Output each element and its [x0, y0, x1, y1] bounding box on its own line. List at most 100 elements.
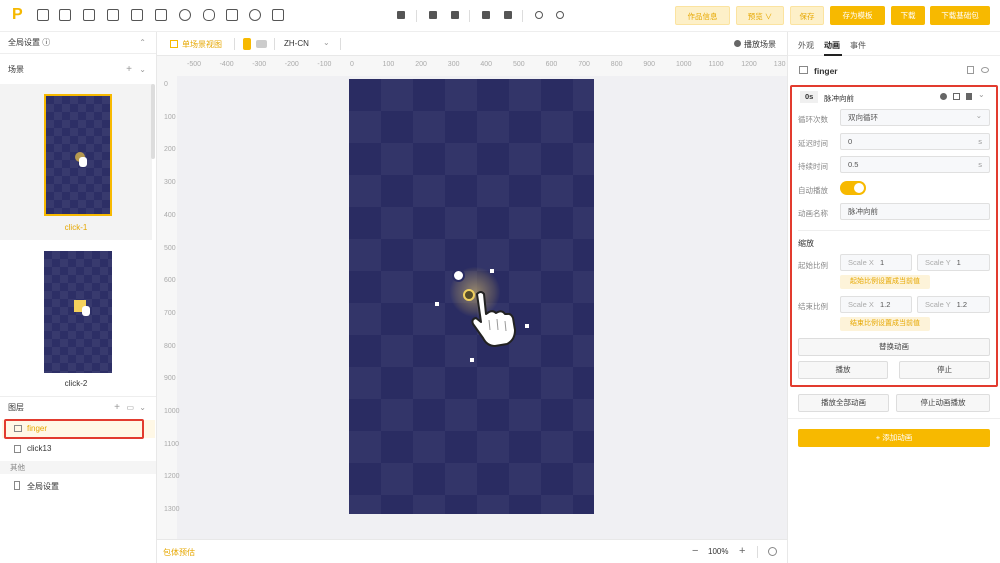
folder-icon[interactable]: ▭ — [126, 397, 134, 419]
tab-animation[interactable]: 动画 — [824, 40, 840, 51]
layers-icon[interactable] — [397, 11, 405, 19]
view-mode-label[interactable]: 单场景视图 — [182, 39, 222, 50]
resize-handle[interactable] — [435, 302, 439, 306]
global-settings-header[interactable]: 全局设置 ⓘ ⌃ — [0, 32, 156, 54]
music-tool-icon[interactable] — [131, 9, 143, 21]
rotate-handle-icon[interactable] — [452, 269, 465, 282]
scene-label-click-2[interactable]: click-2 — [0, 379, 152, 388]
copy-icon[interactable] — [953, 93, 960, 100]
set-end-scale-button[interactable]: 结束比例设置成当前值 — [840, 317, 930, 331]
other-item-global-settings[interactable]: 全局设置 — [2, 477, 155, 495]
duration-input[interactable]: 0.5 s — [840, 156, 990, 173]
start-scale-x-input[interactable]: Scale X 1 — [840, 254, 912, 271]
resize-handle[interactable] — [525, 324, 529, 328]
audio-tool-icon[interactable] — [107, 9, 119, 21]
image-tool-icon[interactable] — [37, 9, 49, 21]
end-scale-y-input[interactable]: Scale Y 1.2 — [917, 296, 990, 313]
lock-icon[interactable] — [967, 66, 974, 74]
resize-handle[interactable] — [490, 269, 494, 273]
anim-name-input[interactable]: 脉冲向前 — [840, 203, 990, 220]
hand-pointer-icon[interactable] — [469, 290, 519, 350]
tab-events[interactable]: 事件 — [850, 40, 866, 51]
delay-unit: s — [978, 137, 982, 146]
ruler-vertical: 0 100 200 300 400 500 600 700 800 900 1000 1100 1200… — [157, 76, 180, 539]
chevron-down-icon[interactable]: ⌄ — [978, 90, 985, 99]
zoom-out-button[interactable]: − — [692, 545, 698, 557]
save-template-button[interactable]: 存为模板 — [830, 6, 885, 25]
collapse-icon[interactable]: ⌃ — [139, 32, 146, 54]
layout-tool-icon[interactable] — [83, 9, 95, 21]
package-estimate-link[interactable]: 包体预估 — [163, 547, 195, 558]
trash-icon[interactable] — [966, 93, 972, 100]
scene-label-click-1[interactable]: click-1 — [0, 223, 152, 232]
ruler-x-tick: 1000 — [676, 61, 692, 68]
at-tool-icon[interactable] — [249, 9, 261, 21]
text-tool-icon[interactable] — [155, 9, 167, 21]
canvas-area: 单场景视图 ZH-CN ⌄ 播放场景 -500 -400 -300 -200 -100 0… — [157, 32, 787, 563]
ruler-horizontal: -500 -400 -300 -200 -100 0 100 200 300 400 500 600 7… — [157, 56, 787, 76]
loop-select[interactable]: 双向循环 ⌄ — [840, 109, 990, 126]
landscape-toggle[interactable] — [256, 40, 267, 48]
add-layer-icon[interactable]: + — [114, 397, 120, 419]
eye-icon[interactable] — [981, 67, 989, 73]
redo-icon[interactable] — [556, 11, 564, 19]
ruler-x-tick: 0 — [350, 61, 354, 68]
play-all-button[interactable]: 播放全部动画 — [798, 394, 889, 412]
hand-tool-icon[interactable] — [203, 9, 215, 21]
autoplay-toggle[interactable] — [840, 181, 866, 195]
help-icon[interactable] — [768, 547, 777, 556]
chevron-down-icon[interactable]: ⌄ — [139, 59, 146, 81]
spin-tool-icon[interactable] — [179, 9, 191, 21]
ruler-x-tick: 200 — [415, 61, 427, 68]
portrait-toggle[interactable] — [243, 38, 251, 50]
paint-icon[interactable] — [504, 11, 512, 19]
download-base-button[interactable]: 下载基础包 — [930, 6, 990, 25]
layer-item-click13[interactable]: click13 — [2, 440, 155, 458]
grid-tool-icon[interactable] — [272, 9, 284, 21]
play-icon[interactable] — [734, 40, 741, 47]
image-icon — [799, 66, 808, 74]
stop-button[interactable]: 停止 — [899, 361, 990, 379]
ruler-x-tick: 600 — [545, 61, 558, 68]
undo-icon[interactable] — [535, 11, 543, 19]
start-scale-x-value: 1 — [879, 258, 885, 267]
folder-open-icon[interactable] — [451, 11, 459, 19]
play-icon[interactable] — [940, 93, 947, 100]
resize-handle[interactable] — [470, 358, 474, 362]
ruler-y-tick: 100 — [164, 113, 176, 121]
preview-button[interactable]: 预览 ∨ — [736, 6, 784, 25]
scrollbar[interactable] — [151, 84, 155, 159]
app-logo: P — [12, 6, 23, 23]
zoom-in-button[interactable]: + — [739, 545, 745, 557]
stop-all-button[interactable]: 停止动画播放 — [896, 394, 990, 412]
delay-input[interactable]: 0 s — [840, 133, 990, 150]
language-select[interactable]: ZH-CN — [284, 39, 309, 48]
page-tool-icon[interactable] — [226, 9, 238, 21]
copy-icon[interactable] — [482, 11, 490, 19]
scale-y-label: Scale Y — [925, 258, 951, 267]
ruler-y-tick: 200 — [164, 146, 176, 154]
play-scene-button[interactable]: 播放场景 — [744, 39, 776, 50]
download-button[interactable]: 下载 — [891, 6, 925, 25]
end-scale-x-input[interactable]: Scale X 1.2 — [840, 296, 912, 313]
video-tool-icon[interactable] — [59, 9, 71, 21]
chevron-down-icon[interactable]: ⌄ — [323, 38, 330, 47]
save-button[interactable]: 保存 — [790, 6, 824, 25]
tab-appearance[interactable]: 外观 — [798, 40, 814, 51]
add-scene-icon[interactable]: + — [126, 59, 132, 81]
add-animation-button[interactable]: + 添加动画 — [798, 429, 990, 447]
work-info-button[interactable]: 作品信息 — [675, 6, 730, 25]
scenes-header: 场景 + ⌄ — [0, 59, 156, 81]
scale-x-label: Scale X — [848, 300, 874, 309]
ruler-x-tick: -400 — [219, 61, 234, 68]
set-start-scale-button[interactable]: 起始比例设置成当前值 — [840, 275, 930, 289]
highlight-box-layer — [4, 419, 144, 439]
folder-icon[interactable] — [429, 11, 437, 19]
replace-animation-button[interactable]: 替换动画 — [798, 338, 990, 356]
scene-thumbnail-click-2[interactable] — [44, 251, 112, 373]
chevron-down-icon[interactable]: ⌄ — [139, 397, 146, 419]
ruler-x-tick: 500 — [513, 61, 525, 68]
scene-thumbnail-click-1[interactable] — [44, 94, 112, 216]
play-button[interactable]: 播放 — [798, 361, 888, 379]
start-scale-y-input[interactable]: Scale Y 1 — [917, 254, 990, 271]
